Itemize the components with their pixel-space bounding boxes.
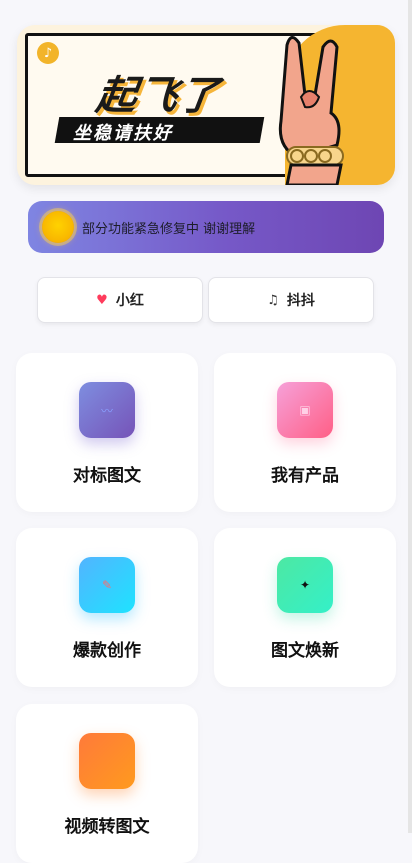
feature-label: 爆款创作 [73,641,141,661]
feature-label: 图文焕新 [271,641,339,661]
feature-label: 视频转图文 [64,817,150,837]
hero-banner[interactable]: ♪ 起飞了 坐稳请扶好 [17,25,395,185]
feature-label: 对标图文 [73,466,141,486]
sun-icon [42,211,74,243]
feature-card-benchmark[interactable]: 〰 对标图文 [16,353,198,512]
rock-hand-icon [278,36,344,185]
tab-label: 抖抖 [286,293,315,309]
notice-banner: 部分功能紧急修复中 谢谢理解 [28,201,384,253]
trend-chart-icon: 〰 [79,382,135,438]
tab-doudou[interactable]: ♫ 抖抖 [208,277,374,323]
feature-card-product[interactable]: ▣ 我有产品 [214,353,396,512]
feature-card-refresh[interactable]: ✦ 图文焕新 [214,528,396,687]
music-note-icon: ♪ [37,42,59,64]
tab-label: 小红 [115,293,144,309]
box-icon: ▣ [277,382,333,438]
sparkle-icon: ✦ [277,557,333,613]
pencil-icon: ✎ [79,557,135,613]
feature-label: 我有产品 [271,466,339,486]
scrollbar[interactable] [408,0,412,833]
banner-subtitle: 坐稳请扶好 [73,123,173,144]
feature-card-video[interactable]: 视频转图文 [16,704,198,863]
feature-card-create[interactable]: ✎ 爆款创作 [16,528,198,687]
tab-xiaohong[interactable]: ♥ 小红 [37,277,203,323]
music-note-icon: ♫ [267,292,279,308]
banner-title: 起飞了 [93,73,223,119]
notice-text: 部分功能紧急修复中 谢谢理解 [82,221,256,237]
video-icon [79,733,135,789]
heart-icon: ♥ [96,292,108,308]
